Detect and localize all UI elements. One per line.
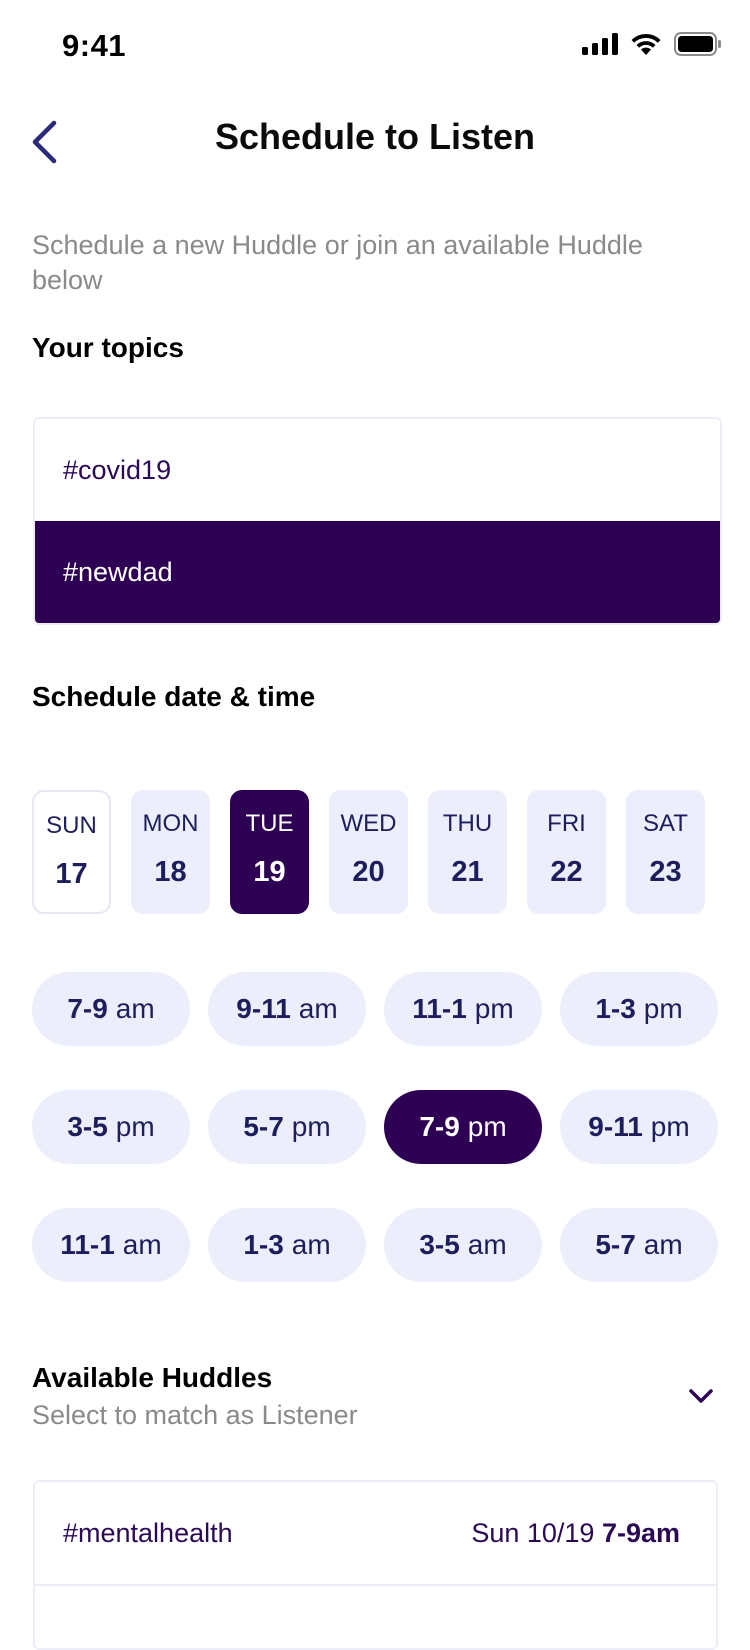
time-slot-selected[interactable]: 7-9 pm bbox=[384, 1090, 542, 1164]
day-name: THU bbox=[442, 810, 493, 837]
topics-list: #covid19 #newdad bbox=[33, 417, 722, 625]
slot-period: pm bbox=[467, 1111, 507, 1142]
topics-heading: Your topics bbox=[32, 332, 184, 363]
time-slot[interactable]: 1-3 am bbox=[208, 1208, 366, 1282]
day-number: 21 bbox=[451, 856, 484, 888]
slot-period: am bbox=[291, 1229, 331, 1260]
day-name: SAT bbox=[643, 810, 688, 837]
time-slot[interactable]: 3-5 pm bbox=[32, 1090, 190, 1164]
topic-label: #newdad bbox=[63, 556, 173, 587]
cellular-signal-icon bbox=[582, 33, 618, 55]
slot-range: 7-9 bbox=[419, 1111, 460, 1142]
slot-period: pm bbox=[474, 993, 514, 1024]
time-slot-grid: 7-9 am 9-11 am 11-1 pm 1-3 pm 3-5 pm 5-7 pm 7-… bbox=[32, 972, 718, 1282]
slot-range: 11-1 bbox=[60, 1229, 115, 1260]
day-mon[interactable]: MON 18 bbox=[131, 790, 210, 914]
expand-toggle[interactable] bbox=[684, 1384, 718, 1410]
slot-period: am bbox=[643, 1229, 683, 1260]
topic-label: #covid19 bbox=[63, 454, 172, 485]
slot-range: 7-9 bbox=[67, 993, 108, 1024]
battery-icon bbox=[674, 32, 721, 56]
time-slot[interactable]: 11-1 pm bbox=[384, 972, 542, 1046]
slot-range: 9-11 bbox=[588, 1111, 643, 1142]
chevron-down-icon bbox=[689, 1389, 713, 1403]
slot-period: am bbox=[122, 1229, 162, 1260]
day-fri[interactable]: FRI 22 bbox=[527, 790, 606, 914]
slot-range: 1-3 bbox=[595, 993, 636, 1024]
day-name: TUE bbox=[245, 810, 294, 837]
slot-range: 9-11 bbox=[236, 993, 291, 1024]
topic-item-covid19[interactable]: #covid19 bbox=[35, 419, 720, 521]
time-slot[interactable]: 9-11 pm bbox=[560, 1090, 718, 1164]
slot-period: pm bbox=[291, 1111, 331, 1142]
time-slot[interactable]: 9-11 am bbox=[208, 972, 366, 1046]
huddle-item[interactable]: #mentalhealth Sun 10/19 7-9am bbox=[35, 1482, 716, 1586]
time-slot[interactable]: 7-9 am bbox=[32, 972, 190, 1046]
day-name: FRI bbox=[547, 810, 586, 837]
slot-period: pm bbox=[650, 1111, 690, 1142]
day-tue[interactable]: TUE 19 bbox=[230, 790, 309, 914]
huddle-time: 7-9am bbox=[601, 1517, 680, 1548]
day-number: 18 bbox=[154, 856, 187, 888]
slot-range: 1-3 bbox=[243, 1229, 284, 1260]
day-name: MON bbox=[142, 810, 199, 837]
day-number: 17 bbox=[55, 858, 88, 890]
huddle-datetime: Sun 10/19 7-9am bbox=[471, 1518, 680, 1549]
day-wed[interactable]: WED 20 bbox=[329, 790, 408, 914]
day-picker: SUN 17 MON 18 TUE 19 WED 20 THU 21 FRI 2… bbox=[32, 790, 705, 914]
available-huddles-subtitle: Select to match as Listener bbox=[32, 1400, 358, 1430]
slot-range: 3-5 bbox=[67, 1111, 108, 1142]
status-time: 9:41 bbox=[62, 28, 127, 63]
day-name: WED bbox=[340, 810, 397, 837]
day-sat[interactable]: SAT 23 bbox=[626, 790, 705, 914]
wifi-icon bbox=[631, 33, 661, 55]
huddle-date: Sun 10/19 bbox=[471, 1517, 595, 1548]
slot-period: am bbox=[467, 1229, 507, 1260]
available-huddles-list: #mentalhealth Sun 10/19 7-9am bbox=[33, 1480, 718, 1650]
day-thu[interactable]: THU 21 bbox=[428, 790, 507, 914]
schedule-heading: Schedule date & time bbox=[32, 681, 316, 712]
slot-range: 3-5 bbox=[419, 1229, 460, 1260]
time-slot[interactable]: 1-3 pm bbox=[560, 972, 718, 1046]
slot-period: pm bbox=[115, 1111, 155, 1142]
day-number: 22 bbox=[550, 856, 583, 888]
day-number: 20 bbox=[352, 856, 385, 888]
time-slot[interactable]: 11-1 am bbox=[32, 1208, 190, 1282]
day-sun[interactable]: SUN 17 bbox=[32, 790, 111, 914]
page-title: Schedule to Listen bbox=[214, 116, 536, 157]
slot-period: am bbox=[298, 993, 338, 1024]
intro-text: Schedule a new Huddle or join an availab… bbox=[32, 230, 643, 295]
available-huddles-heading: Available Huddles bbox=[32, 1362, 273, 1393]
day-number: 23 bbox=[649, 856, 682, 888]
day-name: SUN bbox=[46, 812, 97, 839]
day-number: 19 bbox=[253, 856, 286, 888]
huddle-topic: #mentalhealth bbox=[63, 1517, 233, 1548]
status-icons bbox=[582, 32, 722, 56]
slot-period: am bbox=[115, 993, 155, 1024]
time-slot[interactable]: 3-5 am bbox=[384, 1208, 542, 1282]
slot-range: 11-1 bbox=[412, 993, 467, 1024]
time-slot[interactable]: 5-7 am bbox=[560, 1208, 718, 1282]
topic-item-newdad[interactable]: #newdad bbox=[35, 521, 720, 623]
time-slot[interactable]: 5-7 pm bbox=[208, 1090, 366, 1164]
slot-range: 5-7 bbox=[595, 1229, 636, 1260]
slot-range: 5-7 bbox=[243, 1111, 284, 1142]
slot-period: pm bbox=[643, 993, 683, 1024]
